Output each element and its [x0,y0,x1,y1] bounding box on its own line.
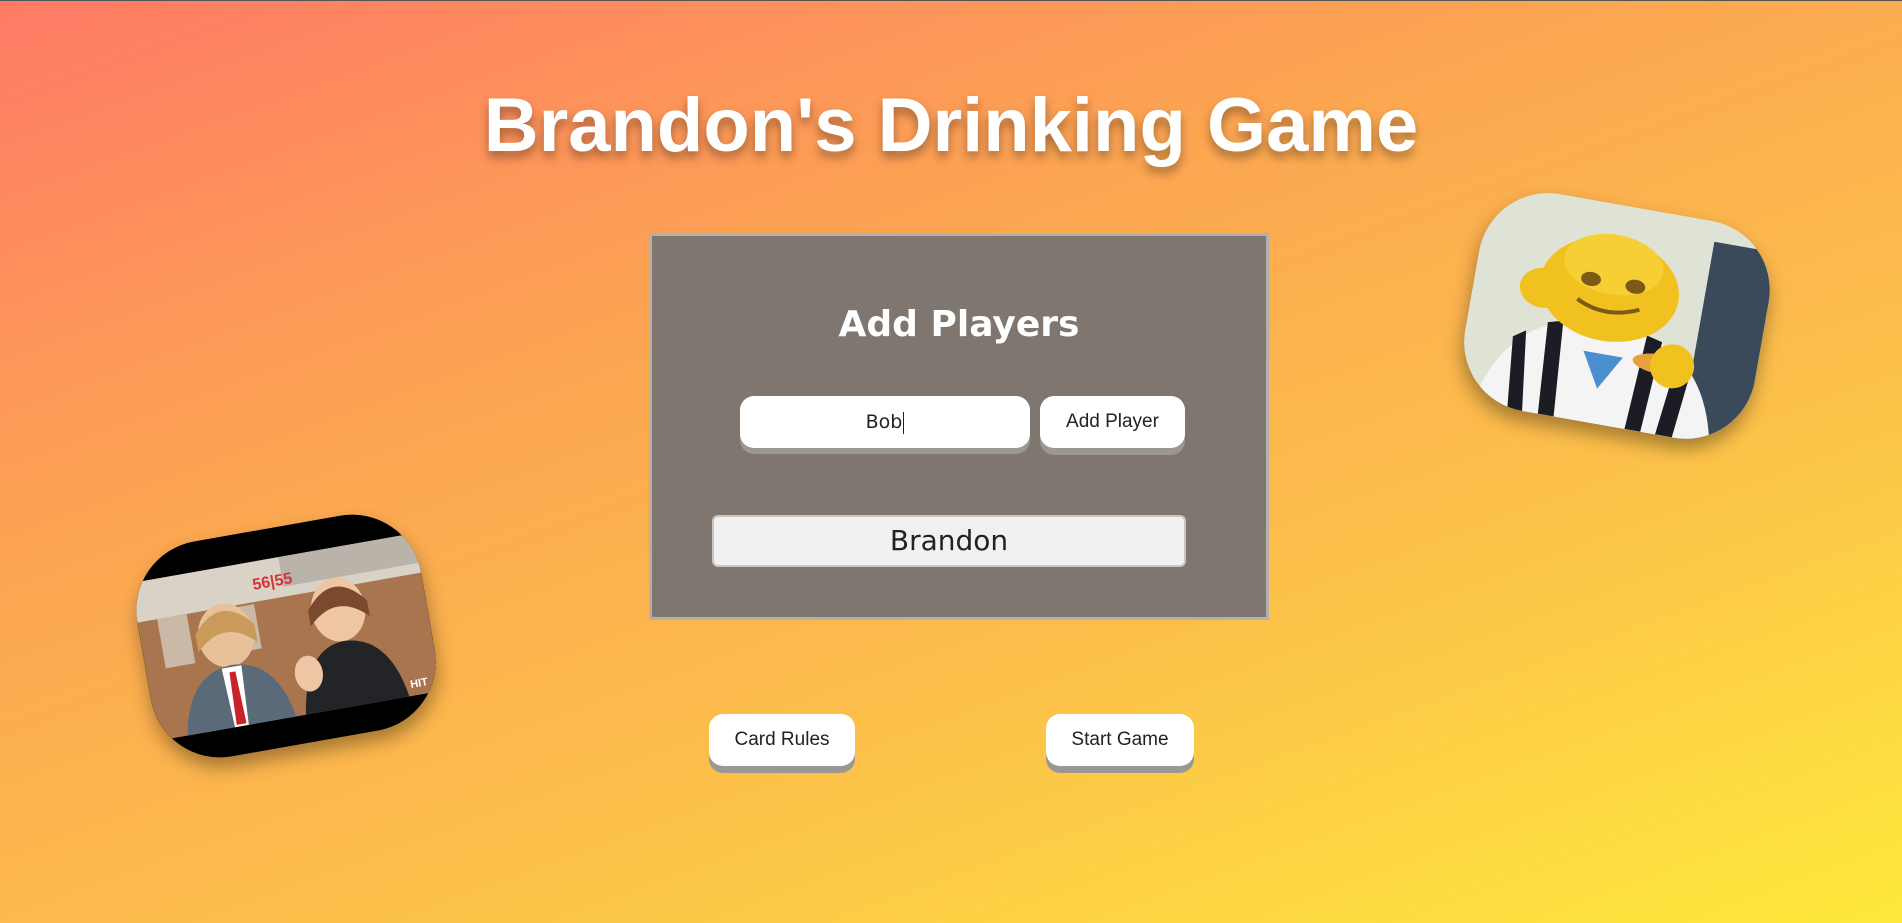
left-decorative-photo: 56|55 HIT [125,503,447,769]
add-player-button[interactable]: Add Player [1040,396,1185,448]
right-decorative-photo [1453,182,1781,450]
page-title: Brandon's Drinking Game [483,83,1419,168]
start-game-button[interactable]: Start Game [1046,714,1194,766]
left-photo-illustration: 56|55 HIT [125,503,447,769]
player-list-item: Brandon [712,515,1186,567]
right-photo-illustration [1453,182,1781,450]
card-rules-button[interactable]: Card Rules [709,714,855,766]
text-caret [903,411,905,434]
top-border-line [0,0,1902,1]
add-players-panel: Add Players Bob Add Player Brandon [649,233,1269,620]
panel-heading: Add Players [838,304,1080,345]
player-name-input[interactable]: Bob [740,396,1030,448]
player-name-value: Bob [865,411,903,433]
